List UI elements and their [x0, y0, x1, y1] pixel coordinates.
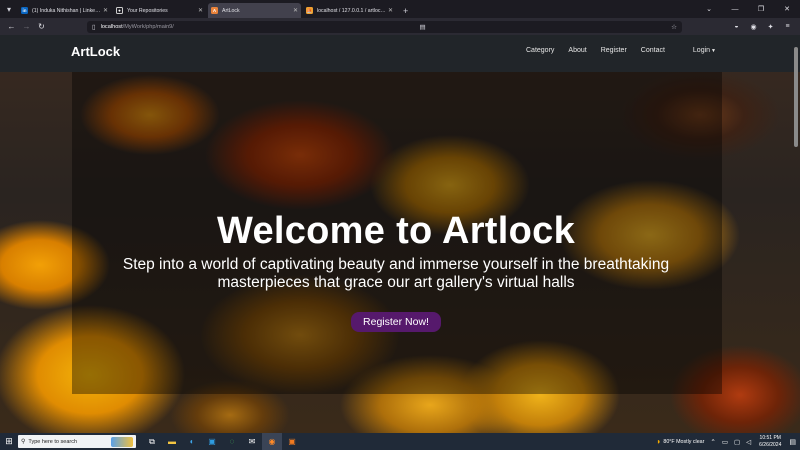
- close-icon[interactable]: ✕: [388, 7, 393, 14]
- forward-icon[interactable]: →: [19, 22, 34, 31]
- url-path: /MyWork/php/main9/: [122, 23, 174, 30]
- firefox-icon[interactable]: ◉: [262, 433, 282, 450]
- file-explorer-icon[interactable]: ▬: [162, 433, 182, 450]
- system-tray: ◑ 80°F Mostly clear ⌃ ▭ ▢ ◁ 10:51 PM 6/2…: [656, 435, 800, 449]
- notifications-icon[interactable]: ▤: [789, 438, 796, 446]
- page-viewport: ArtLock Category About Register Contact …: [0, 35, 800, 433]
- browser-tab-active[interactable]: A ArtLock ✕: [208, 3, 301, 18]
- hero-subtitle-line: masterpieces that grace our art gallery'…: [217, 274, 575, 291]
- tab-title: localhost / 127.0.0.1 / artlock | ...: [317, 7, 386, 14]
- close-icon[interactable]: ✕: [293, 7, 298, 14]
- chevron-up-icon[interactable]: ⌃: [710, 438, 715, 446]
- site-navbar: ArtLock Category About Register Contact …: [0, 35, 800, 72]
- toolbar-right: ◒ ◉ ✦ ≡: [728, 23, 796, 31]
- browser-tab[interactable]: ● Your Repositories ✕: [113, 3, 206, 18]
- minimize-icon[interactable]: —: [722, 6, 748, 13]
- close-icon[interactable]: ✕: [103, 7, 108, 14]
- brand-logo[interactable]: ArtLock: [71, 44, 120, 59]
- scrollbar[interactable]: [792, 35, 800, 433]
- artlock-favicon-icon: A: [211, 7, 218, 14]
- clock-date: 6/26/2024: [759, 441, 782, 448]
- taskbar-search[interactable]: ⚲ Type here to search: [18, 435, 136, 448]
- weather-icon: ◑: [655, 437, 661, 446]
- whatsapp-icon[interactable]: ◌: [222, 433, 242, 450]
- window-controls: ⌄ — ❐ ✕: [696, 0, 800, 18]
- register-now-button[interactable]: Register Now!: [351, 312, 441, 332]
- close-window-icon[interactable]: ✕: [774, 5, 800, 13]
- menu-icon[interactable]: ≡: [779, 23, 796, 31]
- linkedin-icon: in: [21, 7, 28, 14]
- clock-time: 10:51 PM: [759, 434, 781, 441]
- back-icon[interactable]: ←: [4, 22, 19, 31]
- close-icon[interactable]: ✕: [198, 7, 203, 14]
- nav-login-label: Login: [692, 47, 711, 54]
- tab-list-icon[interactable]: ▾: [0, 0, 18, 18]
- hero-subtitle: Step into a world of captivating beauty …: [108, 256, 684, 292]
- nav-link-about[interactable]: About: [568, 47, 586, 54]
- nav-link-contact[interactable]: Contact: [641, 47, 665, 54]
- search-icon: ⚲: [21, 439, 26, 445]
- address-bar[interactable]: ▯ localhost/MyWork/php/main9/ ▤ ☆: [87, 20, 682, 33]
- taskbar-apps: ⧉ ▬ ◐ ▣ ◌ ✉ ◉ ▣: [142, 433, 302, 450]
- tab-title: Your Repositories: [127, 7, 168, 14]
- browser-tab[interactable]: in (1) Induka Nithishan | LinkedIn ✕: [18, 3, 111, 18]
- bookmark-star-icon[interactable]: ☆: [665, 23, 677, 31]
- github-icon: ●: [116, 7, 123, 14]
- browser-toolbar: ← → ↻ ▯ localhost/MyWork/php/main9/ ▤ ☆ …: [0, 18, 800, 35]
- caret-down-icon: ▼: [711, 48, 716, 54]
- pocket-icon[interactable]: ◒: [728, 23, 745, 31]
- new-tab-button[interactable]: +: [398, 3, 413, 18]
- network-icon[interactable]: ▭: [722, 438, 728, 446]
- search-placeholder: Type here to search: [28, 438, 78, 445]
- hero-title: Welcome to Artlock: [216, 210, 576, 252]
- account-icon[interactable]: ◉: [745, 23, 762, 31]
- task-view-icon[interactable]: ⧉: [142, 433, 162, 450]
- extensions-icon[interactable]: ✦: [762, 23, 779, 31]
- tab-title: ArtLock: [222, 7, 240, 14]
- browser-tab-bar: ▾ in (1) Induka Nithishan | LinkedIn ✕ ●…: [0, 0, 800, 18]
- tab-title: (1) Induka Nithishan | LinkedIn: [32, 7, 101, 14]
- nav-dropdown-login[interactable]: Login▼: [679, 47, 716, 54]
- display-icon[interactable]: ▢: [734, 438, 740, 446]
- chevron-down-icon[interactable]: ⌄: [696, 5, 722, 13]
- reader-view-icon[interactable]: ▤: [413, 23, 425, 31]
- url-host: localhost: [100, 23, 123, 30]
- weather-text[interactable]: 80°F Mostly clear: [663, 439, 704, 445]
- nav-link-register[interactable]: Register: [601, 47, 627, 54]
- mail-icon[interactable]: ✉: [242, 433, 262, 450]
- volume-icon[interactable]: ◁: [746, 438, 751, 446]
- search-highlight-image: [111, 436, 133, 447]
- xampp-icon[interactable]: ▣: [282, 433, 302, 450]
- windows-start-icon[interactable]: ⊞: [0, 436, 18, 447]
- reload-icon[interactable]: ↻: [34, 22, 49, 31]
- scrollbar-thumb[interactable]: [794, 47, 798, 147]
- phpmyadmin-icon: ⛵: [306, 7, 313, 14]
- page-info-icon[interactable]: ▯: [92, 23, 96, 31]
- browser-tab[interactable]: ⛵ localhost / 127.0.0.1 / artlock | ... …: [303, 3, 396, 18]
- taskbar: ⊞ ⚲ Type here to search ⧉ ▬ ◐ ▣ ◌ ✉ ◉ ▣ …: [0, 433, 800, 450]
- nav-links: Category About Register Contact Login▼: [512, 47, 716, 54]
- restore-icon[interactable]: ❐: [748, 5, 774, 13]
- edge-icon[interactable]: ◐: [182, 433, 202, 450]
- nav-link-category[interactable]: Category: [526, 47, 554, 54]
- hero-subtitle-line: Step into a world of captivating beauty …: [122, 256, 670, 273]
- store-icon[interactable]: ▣: [202, 433, 222, 450]
- clock[interactable]: 10:51 PM 6/26/2024: [759, 435, 781, 449]
